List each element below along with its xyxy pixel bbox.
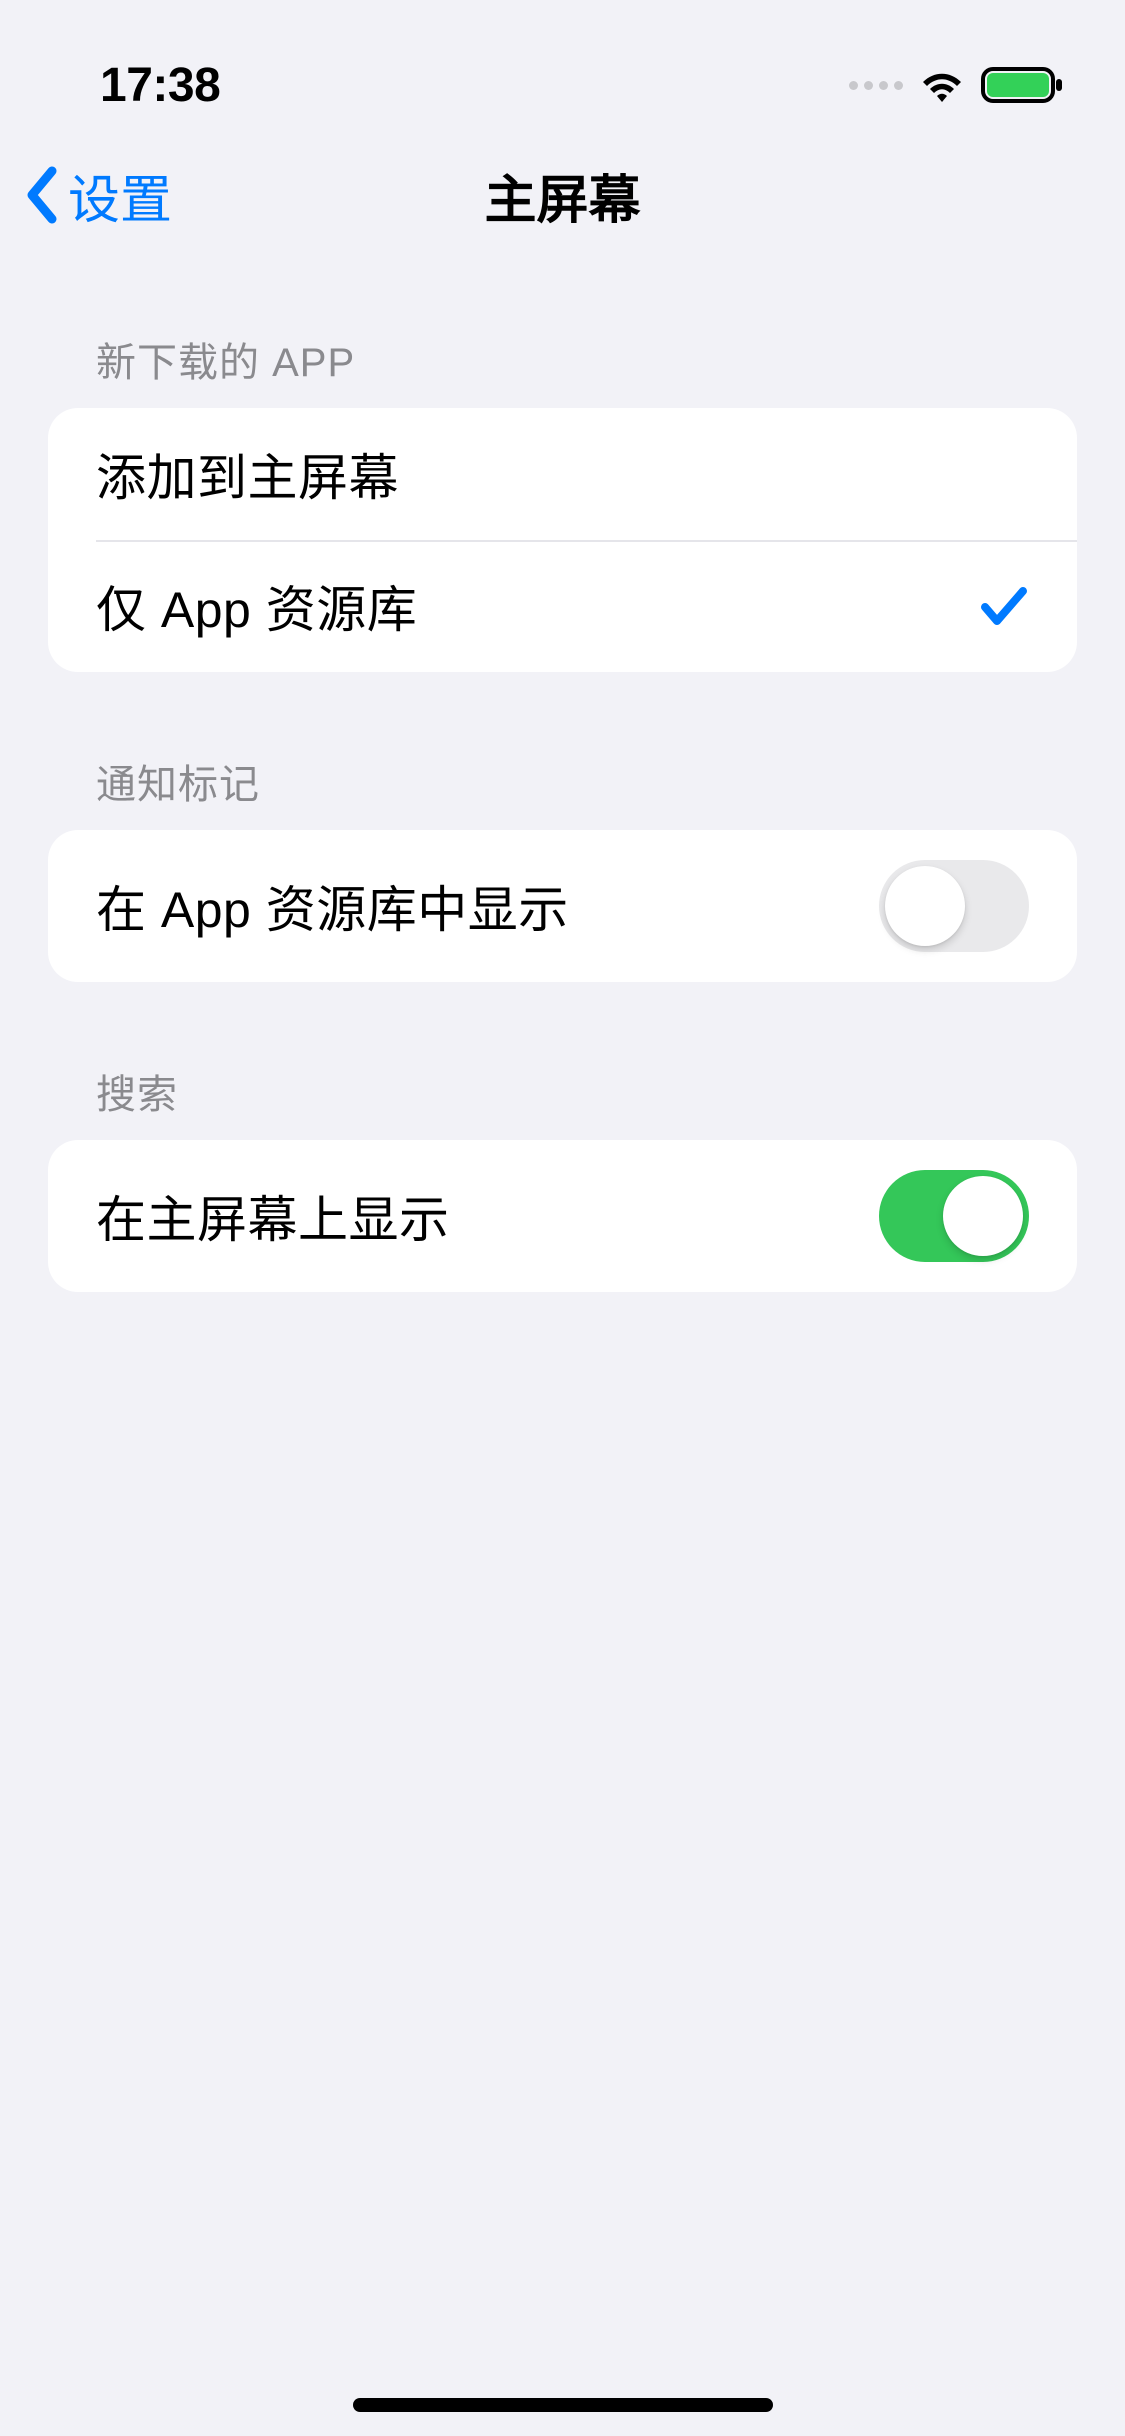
option-app-library-only[interactable]: 仅 App 资源库 <box>48 540 1077 672</box>
row-label: 仅 App 资源库 <box>96 570 417 642</box>
section-body: 添加到主屏幕 仅 App 资源库 <box>48 408 1077 672</box>
signal-dots-icon <box>849 81 903 90</box>
section-header: 通知标记 <box>48 752 1077 830</box>
row-label: 在主屏幕上显示 <box>96 1180 450 1252</box>
content: 新下载的 APP 添加到主屏幕 仅 App 资源库 通知标记 在 App 资源库… <box>0 330 1125 1292</box>
status-bar: 17:38 <box>0 0 1125 130</box>
status-indicators <box>849 65 1065 105</box>
section-notification-badges: 通知标记 在 App 资源库中显示 <box>48 752 1077 982</box>
section-body: 在主屏幕上显示 <box>48 1140 1077 1292</box>
row-show-on-home-screen: 在主屏幕上显示 <box>48 1140 1077 1292</box>
section-new-downloads: 新下载的 APP 添加到主屏幕 仅 App 资源库 <box>48 330 1077 672</box>
home-indicator[interactable] <box>353 2398 773 2412</box>
option-add-to-home-screen[interactable]: 添加到主屏幕 <box>48 408 1077 540</box>
wifi-icon <box>917 66 967 104</box>
section-body: 在 App 资源库中显示 <box>48 830 1077 982</box>
battery-icon <box>981 65 1065 105</box>
section-header: 搜索 <box>48 1062 1077 1140</box>
section-search: 搜索 在主屏幕上显示 <box>48 1062 1077 1292</box>
back-label: 设置 <box>68 158 172 233</box>
chevron-left-icon <box>24 165 60 225</box>
toggle-show-in-app-library[interactable] <box>879 860 1029 952</box>
toggle-show-on-home-screen[interactable] <box>879 1170 1029 1262</box>
toggle-knob <box>943 1176 1023 1256</box>
checkmark-icon <box>979 583 1029 629</box>
row-label: 添加到主屏幕 <box>96 438 399 510</box>
back-button[interactable]: 设置 <box>24 158 172 233</box>
row-show-in-app-library: 在 App 资源库中显示 <box>48 830 1077 982</box>
row-label: 在 App 资源库中显示 <box>96 870 569 942</box>
status-time: 17:38 <box>100 58 220 113</box>
page-title: 主屏幕 <box>484 158 640 233</box>
section-header: 新下载的 APP <box>48 330 1077 408</box>
toggle-knob <box>885 866 965 946</box>
nav-header: 设置 主屏幕 <box>0 130 1125 260</box>
